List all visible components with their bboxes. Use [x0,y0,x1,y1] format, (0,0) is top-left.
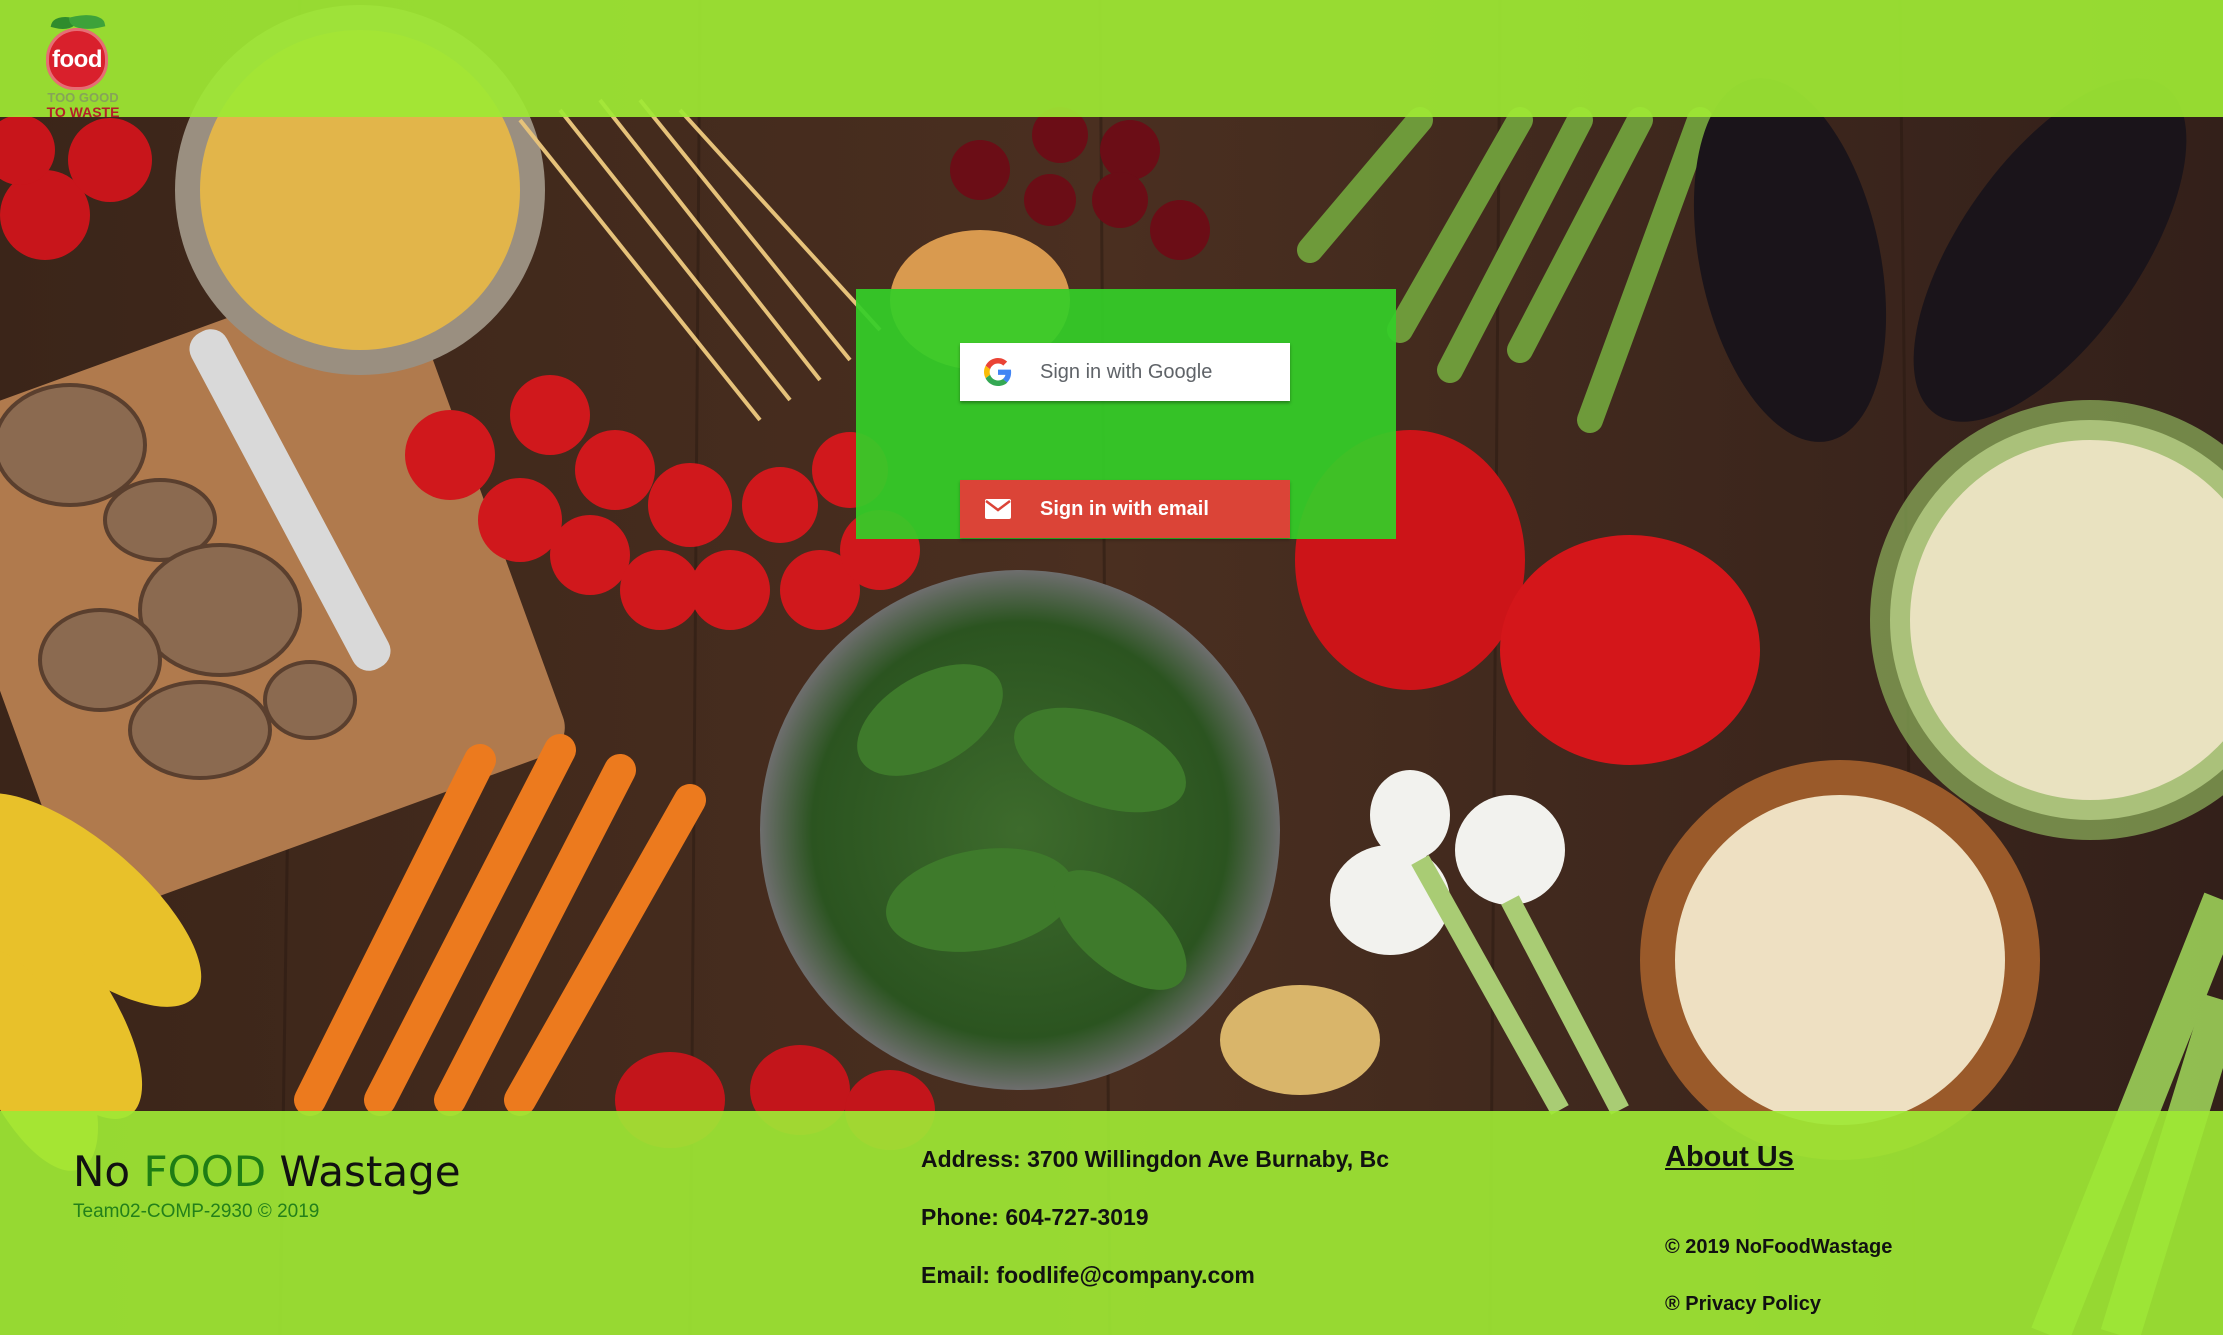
contact-phone: Phone: 604-727-3019 [921,1204,1149,1230]
envelope-icon [984,495,1012,523]
brand-subtitle: Team02-COMP-2930 © 2019 [73,1201,320,1222]
contact-address: Address: 3700 Willingdon Ave Burnaby, Bc [921,1146,1389,1172]
logo-word: food [52,46,102,73]
sign-in-google-button[interactable]: Sign in with Google [960,343,1290,401]
about-us-link[interactable]: About Us [1665,1141,1794,1174]
food-too-good-to-waste-logo[interactable]: food TOO GOOD TO WASTE [38,6,128,120]
logo-tagline-top: TOO GOOD [47,90,119,105]
privacy-policy-link[interactable]: ® Privacy Policy [1665,1293,1821,1316]
brand-title: No FOOD Wastage [73,1147,461,1196]
footer: No FOOD Wastage Team02-COMP-2930 © 2019 … [0,1111,2223,1335]
brand-title-part3: Wastage [279,1147,461,1196]
logo-tagline-bottom: TO WASTE [46,104,120,120]
sign-in-email-label: Sign in with email [1040,497,1209,520]
copyright-text: © 2019 NoFoodWastage [1665,1236,1893,1258]
header-bar: food TOO GOOD TO WASTE [0,0,2223,120]
sign-in-google-label: Sign in with Google [1040,360,1213,383]
sign-in-email-button[interactable]: Sign in with email [960,480,1290,538]
contact-email: Email: foodlife@company.com [921,1262,1255,1288]
google-g-icon [984,358,1012,386]
brand-title-food: FOOD [143,1147,267,1196]
signin-panel: Sign in with Google Sign in with email [856,289,1396,539]
brand-title-part1: No [73,1147,131,1196]
